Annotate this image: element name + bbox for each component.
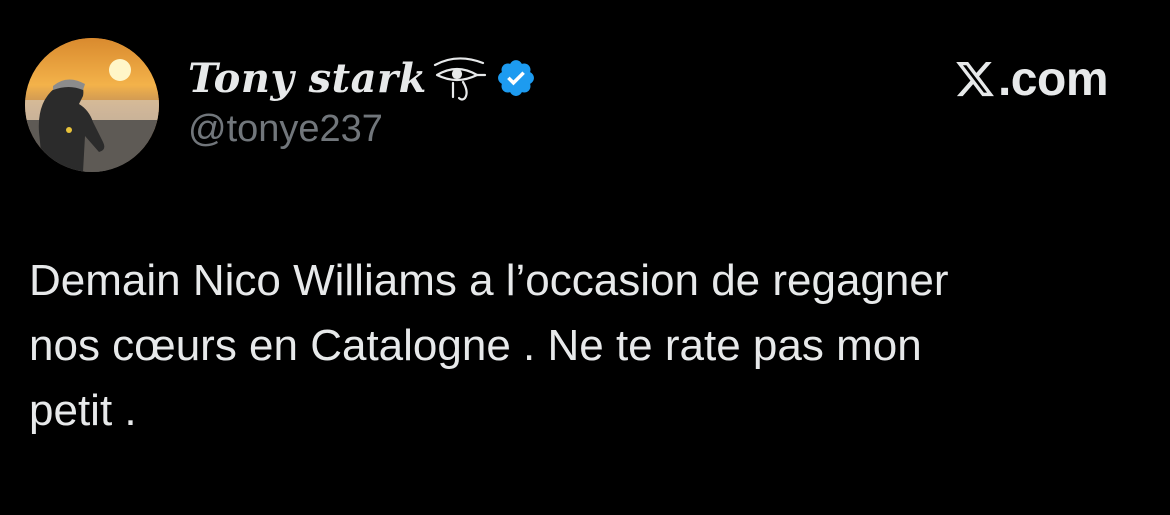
brand-watermark: .com [954,52,1109,106]
eye-of-horus-icon [433,57,486,101]
author-name-row: Tony stark [188,52,537,104]
tweet-card: Tony stark @tonye237 .com Demain Nico Wi… [0,0,1170,515]
tweet-text: Demain Nico Williams a l’occasion de reg… [29,256,949,435]
x-logo-icon [956,61,994,97]
avatar-image [25,38,159,172]
avatar[interactable] [25,38,159,172]
author-display-name[interactable]: Tony stark [188,55,427,102]
author-handle[interactable]: @tonye237 [188,108,383,151]
verified-badge-icon[interactable] [495,57,537,99]
brand-domain-text: .com [997,52,1109,106]
